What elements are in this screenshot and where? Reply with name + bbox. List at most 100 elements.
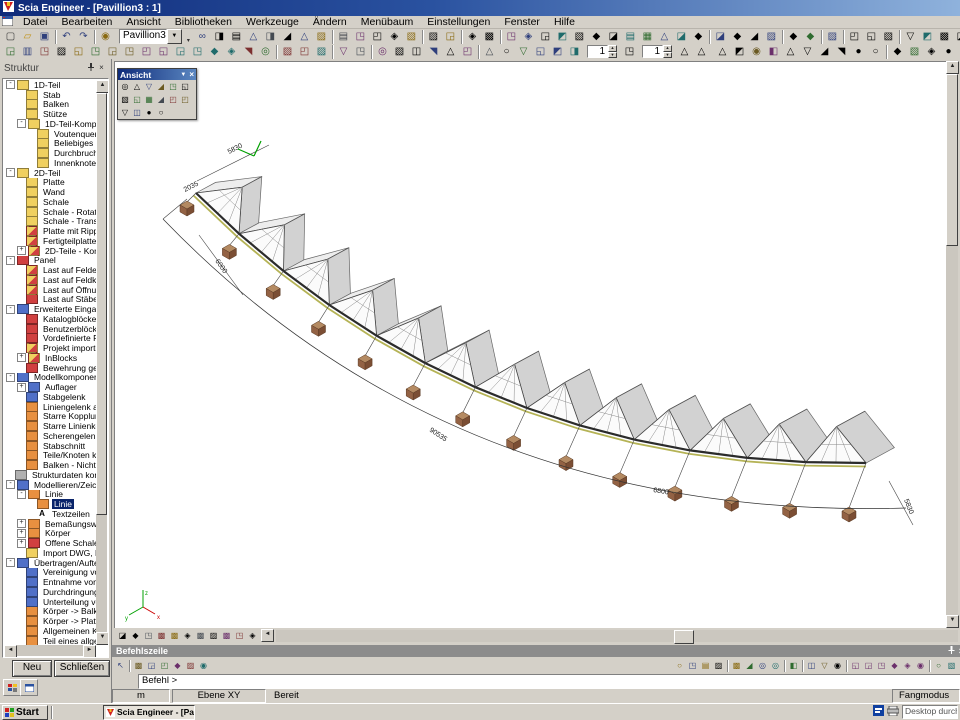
pt-1-icon[interactable]: ◱ [849,660,862,672]
geom-circle-icon[interactable]: ◱ [532,45,549,59]
tree-item-2d-teil[interactable]: -2D-Teil [4,168,97,178]
geom-grid-icon[interactable]: ◨ [566,45,583,59]
sel-d-icon[interactable]: ◳ [189,45,206,59]
calc-red-icon[interactable]: ▨ [425,30,442,44]
geom-rect-icon[interactable]: ▽ [515,45,532,59]
tree-item-unterteilung-von-körpern[interactable]: Unterteilung von Körpern [4,597,97,607]
view-zoom-icon[interactable]: ◆ [690,30,707,44]
angle-small-icon[interactable]: ▩ [155,630,168,642]
expand-icon[interactable]: + [17,353,26,362]
snap-end-icon[interactable]: ▩ [132,660,145,672]
tree-item-stab[interactable]: Stab [4,90,97,100]
window-new-icon[interactable]: △ [296,30,313,44]
menu-item-werkzeuge[interactable]: Werkzeuge [239,16,306,28]
undo-icon[interactable]: ↶ [58,30,75,44]
tree-item-linie[interactable]: -Linie [4,490,97,500]
sel-node-icon[interactable]: ◲ [2,45,19,59]
task-button-scia[interactable]: Scia Engineer - [Pavill... [103,705,195,720]
plane-uv-icon[interactable]: ▧ [945,660,958,672]
collapse-icon[interactable]: - [6,373,15,382]
view-right-icon[interactable]: ▤ [622,30,639,44]
image-view-icon[interactable]: ▤ [228,30,245,44]
scroll-left-icon[interactable]: ◄ [4,645,17,658]
command-input[interactable]: Befehl > [138,674,960,689]
doc-edit-icon[interactable]: ▧ [403,30,420,44]
tree-item-textzeilen[interactable]: ATextzeilen [4,509,97,519]
zoom-all-icon[interactable]: ◢ [155,94,167,105]
grid-line-icon[interactable]: ▽ [818,660,831,672]
geom-arc-icon[interactable]: ◩ [549,45,566,59]
pt-2-icon[interactable]: ◲ [862,660,875,672]
folder-view-icon[interactable]: ◨ [262,30,279,44]
menu-item-menbaum[interactable]: Menübaum [354,16,421,28]
expand-icon[interactable]: + [17,519,26,528]
save-pic-icon[interactable]: ▽ [902,30,919,44]
snap-mode-cell[interactable]: Fangmodus [892,689,960,703]
tree-item-last-auf-öffnungskanten[interactable]: Last auf Öffnungskanten [4,285,97,295]
pavilion-structure[interactable] [180,177,894,522]
tree-item-allgemeinen-körper-in[interactable]: Allgemeinen Körper in [4,626,97,636]
tree-item-import-dwg-dxf-vrml97[interactable]: Import DWG, DXF, VRML97 [4,548,97,558]
tree-item-körper[interactable]: +Körper [4,529,97,539]
tray-language-icon[interactable] [873,705,884,719]
collapse-icon[interactable]: - [17,490,26,499]
activity-spinner[interactable]: 1 ▲▼ [587,45,617,58]
tray-printer-icon[interactable] [887,706,899,719]
tree-item-stabgelenk[interactable]: Stabgelenk [4,392,97,402]
filter-alt-icon[interactable]: ● [940,45,957,59]
binoculars-icon[interactable]: ∞ [194,30,211,44]
collapse-icon[interactable]: - [6,305,15,314]
schliessen-button[interactable]: Schließen [54,660,110,677]
print-preview-icon[interactable]: ◳ [352,30,369,44]
scroll-right-icon[interactable]: ► [83,645,96,658]
collapse-icon[interactable]: - [6,80,15,89]
eye-show-icon[interactable]: ◆ [785,30,802,44]
zoom-out-icon[interactable]: ◱ [131,94,143,105]
chain-off-icon[interactable]: ◳ [352,45,369,59]
node-f-icon[interactable]: ○ [867,45,884,59]
col-v-icon[interactable]: ◧ [765,45,782,59]
tree-item-1d-teil-komponenten[interactable]: -1D-Teil-Komponenten [4,119,97,129]
grid-cross-icon[interactable]: ◉ [831,660,844,672]
menu-item-einstellungen[interactable]: Einstellungen [420,16,497,28]
layer-a-icon[interactable]: ◰ [846,30,863,44]
document-icon[interactable] [2,16,13,29]
view-settings-icon[interactable]: ▽ [119,107,131,118]
tree-item-balken[interactable]: Balken [4,100,97,110]
view-pan-icon[interactable]: ◪ [673,30,690,44]
clip-1-icon[interactable]: ● [143,107,155,118]
tree-item-modellieren-zeichnen[interactable]: -Modellieren/Zeichnen [4,480,97,490]
snap-perp-icon[interactable]: ◰ [158,660,171,672]
gallery-icon[interactable]: ◰ [369,30,386,44]
lock-small-icon[interactable]: ◈ [246,630,259,642]
collapse-icon[interactable]: - [17,119,26,128]
tree-item-starre-kopplungen[interactable]: Starre Kopplungen [4,412,97,422]
cursor-track-icon[interactable]: ◧ [787,660,800,672]
node-b-icon[interactable]: ▽ [799,45,816,59]
tree-item-beliebiges-profil[interactable]: Beliebiges Profil [4,139,97,149]
tree-item-platte-mit-rippen[interactable]: Platte mit Rippen [4,226,97,236]
text-small-icon[interactable]: ▩ [194,630,207,642]
tree-item-starre-linienkopplungen[interactable]: Starre Linienkopplungen [4,421,97,431]
tree-item-innenknoten[interactable]: Innenknoten [4,158,97,168]
print-setup-icon[interactable]: ◨ [211,30,228,44]
model-canvas[interactable]: 5830203560009053568005830zyx [114,61,948,630]
sel-cross-icon[interactable]: ◥ [240,45,257,59]
render-wheel-icon[interactable]: ◢ [279,30,296,44]
grid-dot-icon[interactable]: ◫ [805,660,818,672]
menu-item-hilfe[interactable]: Hilfe [547,16,582,28]
line-close-icon[interactable]: ▨ [712,660,725,672]
sel-beam-icon[interactable]: ▥ [19,45,36,59]
node-add-icon[interactable]: ◢ [743,660,756,672]
node-e-icon[interactable]: ● [850,45,867,59]
col-h-icon[interactable]: ◉ [748,45,765,59]
delete-x-icon[interactable]: ◆ [802,30,819,44]
close-icon[interactable]: × [96,63,107,74]
win-cascade-icon[interactable]: ◪ [712,30,729,44]
tree-item-last-auf-stäbe[interactable]: Last auf Stäbe [4,295,97,305]
tree-item-durchbruch[interactable]: Durchbruch [4,148,97,158]
menu-item-fenster[interactable]: Fenster [497,16,547,28]
copy-mirror-icon[interactable]: ◫ [408,45,425,59]
sel-b-icon[interactable]: ◱ [155,45,172,59]
sel-support-icon[interactable]: ▨ [53,45,70,59]
